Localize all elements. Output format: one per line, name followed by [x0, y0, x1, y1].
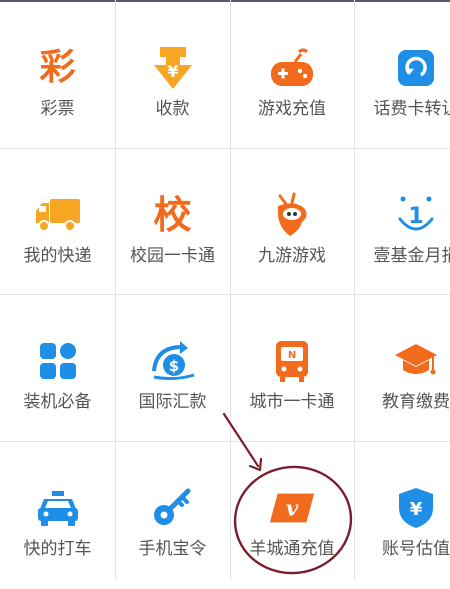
campus-card-icon: 校	[153, 193, 192, 237]
svg-text:1: 1	[408, 204, 423, 229]
service-jiuyou-games[interactable]: 九游游戏	[230, 149, 354, 296]
lottery-icon: 彩	[39, 47, 76, 88]
international-remittance-icon: $	[149, 337, 197, 385]
yangchengtong-icon: v	[268, 484, 316, 532]
service-receive-money[interactable]: ¥ 收款	[115, 2, 230, 149]
service-account-valuation[interactable]: ¥ 账号估值	[354, 442, 450, 589]
service-label: 九游游戏	[258, 246, 326, 266]
service-my-delivery[interactable]: 我的快递	[0, 149, 115, 296]
service-label: 游戏充值	[258, 99, 326, 119]
service-label: 彩票	[40, 99, 75, 119]
service-kuaidi-taxi[interactable]: 快的打车	[0, 442, 115, 589]
service-yangchengtong-topup[interactable]: v 羊城通充值	[230, 442, 354, 589]
service-education-fees[interactable]: 教育缴费	[354, 295, 450, 442]
app-grid-icon	[34, 337, 82, 385]
shield-yuan-icon: ¥	[392, 484, 440, 532]
jiuyou-mascot-icon	[268, 191, 316, 239]
service-grid: 彩 彩票 ¥ 收款 游戏充值 话费卡转让 我的快递 校 校园一卡通 九游游戏 1…	[0, 0, 450, 580]
service-campus-card[interactable]: 校 校园一卡通	[115, 149, 230, 296]
svg-text:v: v	[286, 496, 299, 521]
svg-text:¥: ¥	[167, 62, 178, 81]
taxi-icon	[34, 484, 82, 532]
receive-money-icon: ¥	[149, 44, 197, 92]
service-phone-card-transfer[interactable]: 话费卡转让	[354, 2, 450, 149]
service-label: 账号估值	[382, 539, 450, 559]
delivery-truck-icon	[34, 191, 82, 239]
service-label: 城市一卡通	[249, 392, 335, 412]
gamepad-icon	[268, 44, 316, 92]
one-foundation-icon: 1	[392, 191, 440, 239]
service-label: 我的快递	[23, 246, 92, 266]
service-label: 话费卡转让	[373, 99, 450, 119]
svg-text:N: N	[288, 350, 296, 361]
svg-text:¥: ¥	[410, 499, 423, 520]
service-international-remittance[interactable]: $ 国际汇款	[115, 295, 230, 442]
service-label: 快的打车	[23, 539, 92, 559]
service-label: 国际汇款	[138, 392, 207, 412]
service-label: 壹基金月捐	[373, 246, 450, 266]
graduation-cap-icon	[392, 337, 440, 385]
service-essential-apps[interactable]: 装机必备	[0, 295, 115, 442]
service-label: 教育缴费	[382, 392, 450, 412]
service-city-card[interactable]: N 城市一卡通	[230, 295, 354, 442]
service-label: 手机宝令	[138, 539, 207, 559]
service-game-topup[interactable]: 游戏充值	[230, 2, 354, 149]
service-label: 收款	[155, 99, 190, 119]
service-lottery[interactable]: 彩 彩票	[0, 2, 115, 149]
service-label: 羊城通充值	[249, 539, 335, 559]
svg-text:$: $	[168, 357, 178, 375]
service-label: 校园一卡通	[130, 246, 215, 266]
city-card-icon: N	[268, 337, 316, 385]
key-icon	[149, 484, 197, 532]
service-phone-token[interactable]: 手机宝令	[115, 442, 230, 589]
service-one-foundation[interactable]: 1 壹基金月捐	[354, 149, 450, 296]
phone-card-transfer-icon	[392, 44, 440, 92]
service-label: 装机必备	[23, 392, 92, 412]
